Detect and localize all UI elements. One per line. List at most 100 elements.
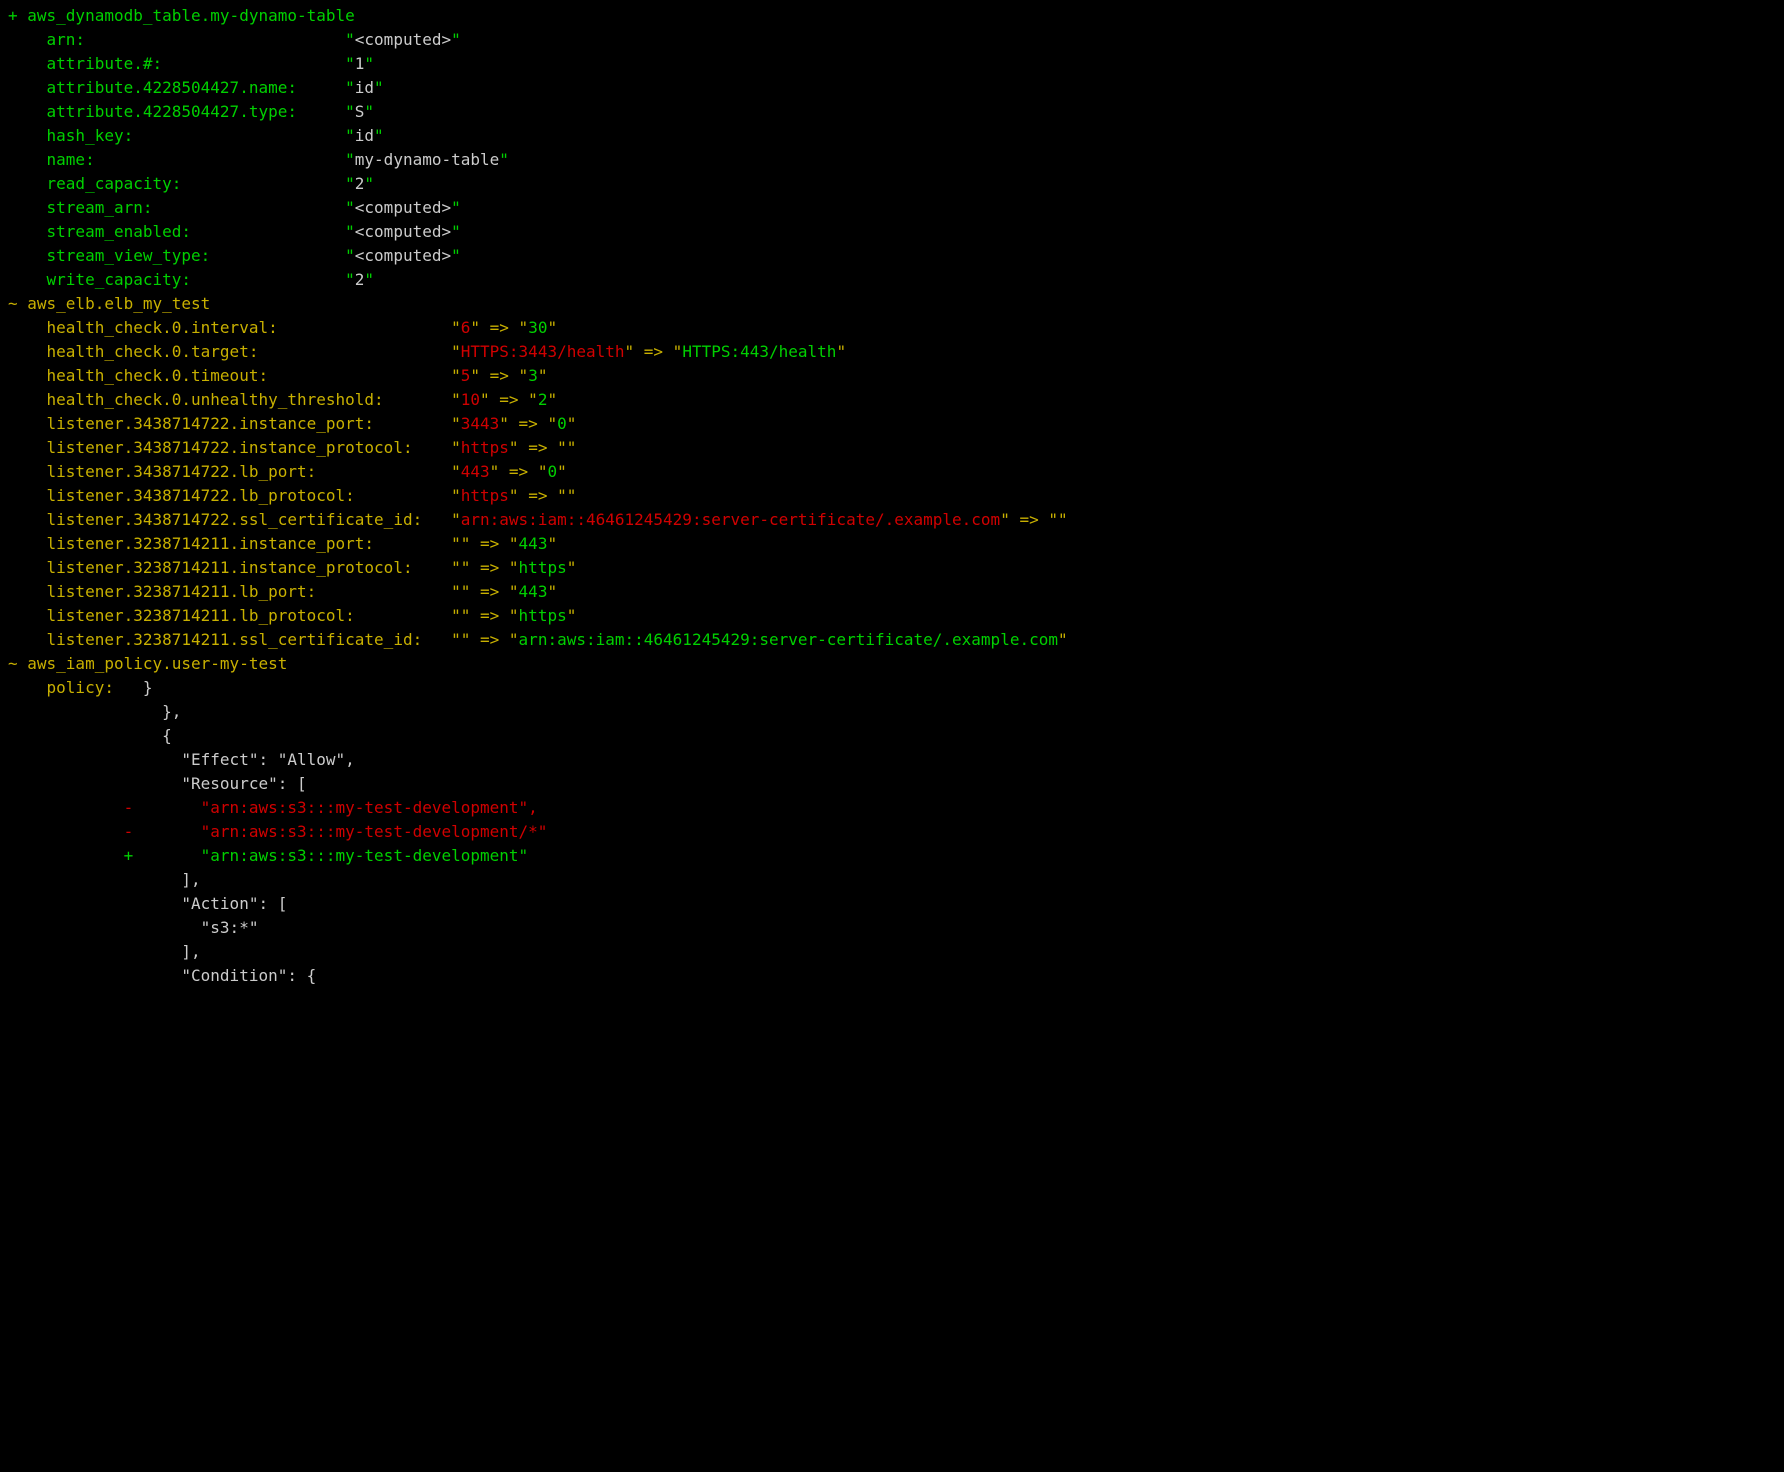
text-segment: " xyxy=(364,54,374,73)
output-line: health_check.0.target: "HTTPS:3443/healt… xyxy=(8,340,1776,364)
output-line: write_capacity: "2" xyxy=(8,268,1776,292)
output-line: health_check.0.interval: "6" => "30" xyxy=(8,316,1776,340)
text-segment: listener.3438714722.lb_port: " xyxy=(8,462,461,481)
text-segment: health_check.0.interval: " xyxy=(8,318,461,337)
text-segment: " => " xyxy=(625,342,683,361)
text-segment: stream_enabled: " xyxy=(8,222,355,241)
output-line: listener.3238714211.instance_port: "" =>… xyxy=(8,532,1776,556)
text-segment: <computed> xyxy=(355,222,451,241)
output-line: listener.3438714722.lb_protocol: "https"… xyxy=(8,484,1776,508)
text-segment: " xyxy=(557,462,567,481)
text-segment: my-dynamo-table xyxy=(355,150,500,169)
text-segment: 10 xyxy=(461,390,480,409)
output-line: listener.3238714211.lb_port: "" => "443" xyxy=(8,580,1776,604)
output-line: attribute.#: "1" xyxy=(8,52,1776,76)
text-segment: "Action": [ xyxy=(8,894,287,913)
text-segment: S xyxy=(355,102,365,121)
text-segment: " xyxy=(364,270,374,289)
text-segment: " xyxy=(547,582,557,601)
text-segment: " xyxy=(567,414,577,433)
text-segment: read_capacity: " xyxy=(8,174,355,193)
text-segment: arn: " xyxy=(8,30,355,49)
text-segment: " xyxy=(364,174,374,193)
text-segment: ], xyxy=(8,870,201,889)
text-segment: "Resource": [ xyxy=(8,774,307,793)
output-line: listener.3238714211.instance_protocol: "… xyxy=(8,556,1776,580)
text-segment: ], xyxy=(8,942,201,961)
output-line: stream_enabled: "<computed>" xyxy=(8,220,1776,244)
text-segment: " => " xyxy=(480,390,538,409)
output-line: attribute.4228504427.type: "S" xyxy=(8,100,1776,124)
text-segment: policy: xyxy=(8,678,143,697)
text-segment: 443 xyxy=(519,534,548,553)
text-segment: 5 xyxy=(461,366,471,385)
text-segment: " xyxy=(364,102,374,121)
text-segment: HTTPS:3443/health xyxy=(461,342,625,361)
text-segment: 1 xyxy=(355,54,365,73)
output-line: ~ aws_elb.elb_my_test xyxy=(8,292,1776,316)
text-segment: listener.3238714211.ssl_certificate_id: … xyxy=(8,630,519,649)
text-segment: health_check.0.unhealthy_threshold: " xyxy=(8,390,461,409)
output-line: listener.3238714211.lb_protocol: "" => "… xyxy=(8,604,1776,628)
output-line: "Condition": { xyxy=(8,964,1776,988)
output-line: }, xyxy=(8,700,1776,724)
text-segment: 3 xyxy=(528,366,538,385)
text-segment: " xyxy=(538,366,548,385)
text-segment: " => " xyxy=(470,318,528,337)
output-line: hash_key: "id" xyxy=(8,124,1776,148)
text-segment: " => "" xyxy=(509,438,576,457)
text-segment: listener.3438714722.ssl_certificate_id: … xyxy=(8,510,461,529)
text-segment: listener.3238714211.instance_protocol: "… xyxy=(8,558,519,577)
text-segment: listener.3438714722.instance_port: " xyxy=(8,414,461,433)
text-segment: listener.3238714211.lb_port: "" => " xyxy=(8,582,519,601)
text-segment: "Condition": { xyxy=(8,966,316,985)
text-segment: stream_arn: " xyxy=(8,198,355,217)
output-line: "Action": [ xyxy=(8,892,1776,916)
text-segment: https xyxy=(461,438,509,457)
text-segment: " => "" xyxy=(1000,510,1067,529)
text-segment: " => " xyxy=(470,366,528,385)
text-segment: }, xyxy=(8,702,181,721)
text-segment: " xyxy=(547,390,557,409)
output-line: read_capacity: "2" xyxy=(8,172,1776,196)
output-line: { xyxy=(8,724,1776,748)
output-line: health_check.0.timeout: "5" => "3" xyxy=(8,364,1776,388)
text-segment: " => " xyxy=(490,462,548,481)
text-segment: "Effect": "Allow", xyxy=(8,750,355,769)
text-segment: attribute.4228504427.name: " xyxy=(8,78,355,97)
text-segment: "s3:*" xyxy=(8,918,258,937)
text-segment: 2 xyxy=(538,390,548,409)
output-line: stream_view_type: "<computed>" xyxy=(8,244,1776,268)
text-segment: <computed> xyxy=(355,246,451,265)
text-segment: <computed> xyxy=(355,198,451,217)
text-segment: " xyxy=(499,150,509,169)
text-segment: 0 xyxy=(547,462,557,481)
text-segment: } xyxy=(143,678,153,697)
text-segment: " xyxy=(1058,630,1068,649)
text-segment: + "arn:aws:s3:::my-test-development" xyxy=(8,846,528,865)
text-segment: arn:aws:iam::46461245429:server-certific… xyxy=(461,510,1000,529)
output-line: policy: } xyxy=(8,676,1776,700)
output-line: "Effect": "Allow", xyxy=(8,748,1776,772)
text-segment: write_capacity: " xyxy=(8,270,355,289)
text-segment: 3443 xyxy=(461,414,500,433)
output-line: - "arn:aws:s3:::my-test-development", xyxy=(8,796,1776,820)
output-line: listener.3438714722.instance_protocol: "… xyxy=(8,436,1776,460)
text-segment: " => " xyxy=(499,414,557,433)
text-segment: + aws_dynamodb_table.my-dynamo-table xyxy=(8,6,355,25)
output-line: listener.3238714211.ssl_certificate_id: … xyxy=(8,628,1776,652)
output-line: attribute.4228504427.name: "id" xyxy=(8,76,1776,100)
text-segment: name: " xyxy=(8,150,355,169)
text-segment: listener.3438714722.instance_protocol: " xyxy=(8,438,461,457)
text-segment: 443 xyxy=(519,582,548,601)
text-segment: hash_key: " xyxy=(8,126,355,145)
output-line: arn: "<computed>" xyxy=(8,28,1776,52)
text-segment: - "arn:aws:s3:::my-test-development", xyxy=(8,798,538,817)
text-segment: ~ aws_elb.elb_my_test xyxy=(8,294,210,313)
text-segment: health_check.0.target: " xyxy=(8,342,461,361)
text-segment: " xyxy=(567,558,577,577)
output-line: listener.3438714722.lb_port: "443" => "0… xyxy=(8,460,1776,484)
text-segment: " xyxy=(374,126,384,145)
output-line: "Resource": [ xyxy=(8,772,1776,796)
text-segment: " => "" xyxy=(509,486,576,505)
